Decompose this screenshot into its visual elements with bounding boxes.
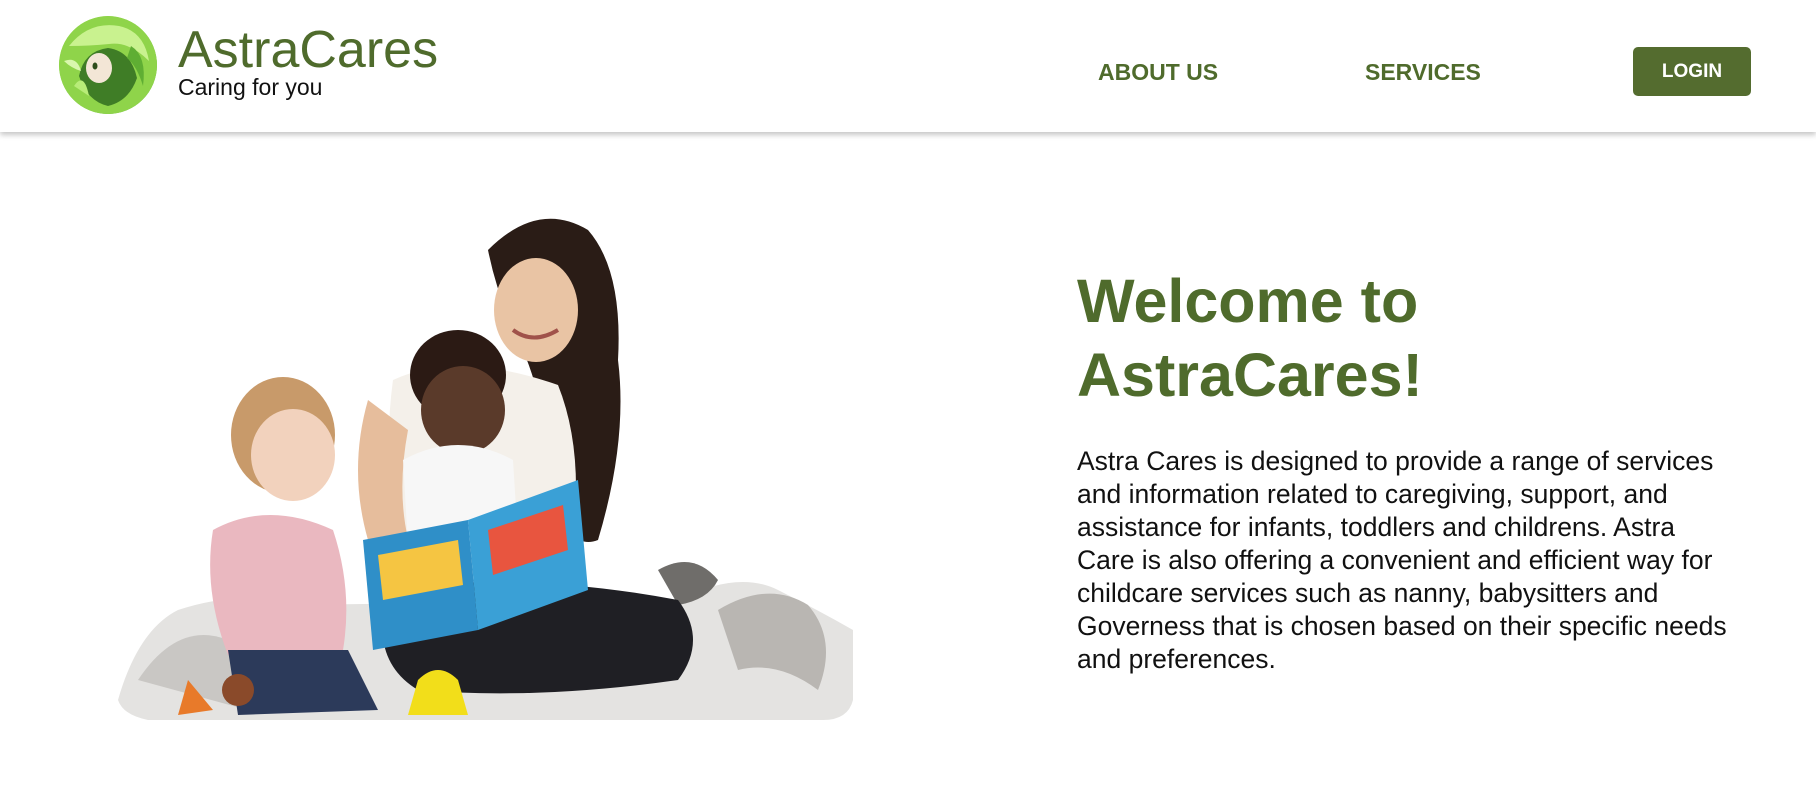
hero-family-reading-image: [118, 210, 853, 720]
nav-services-link[interactable]: SERVICES: [1365, 58, 1481, 86]
hero-title-line2: AstraCares!: [1077, 341, 1423, 409]
nav-about-us-link[interactable]: ABOUT US: [1098, 58, 1218, 86]
hero-description: Astra Cares is designed to provide a ran…: [1077, 446, 1727, 674]
hero-title-line1: Welcome to: [1077, 267, 1419, 335]
brand-name: AstraCares: [178, 21, 439, 79]
hero-title: Welcome to AstraCares!: [1077, 264, 1677, 412]
login-button[interactable]: LOGIN: [1633, 47, 1751, 96]
site-header: AstraCares Caring for you ABOUT US SERVI…: [0, 0, 1816, 132]
brand-logo-icon[interactable]: [59, 16, 157, 114]
brand-tagline: Caring for you: [178, 74, 323, 100]
